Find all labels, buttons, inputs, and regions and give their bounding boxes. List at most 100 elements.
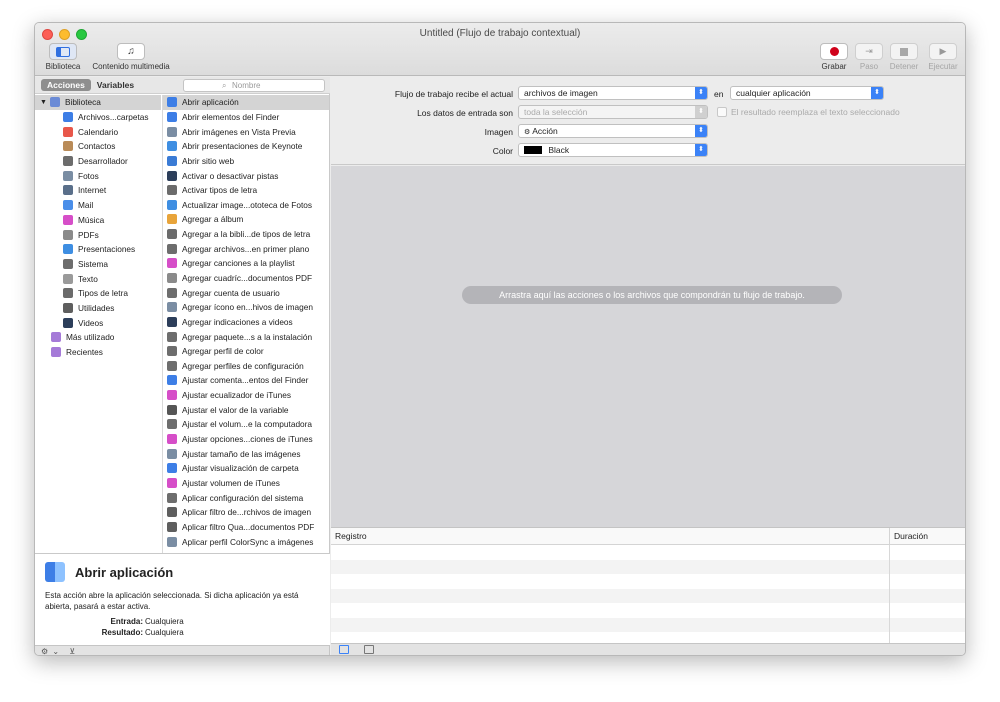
library-item[interactable]: Calendario — [35, 124, 161, 139]
disclosure-triangle-icon[interactable]: ▼ — [40, 99, 47, 106]
library-item[interactable]: Tipos de letra — [35, 286, 161, 301]
stop-button[interactable]: Detener — [885, 43, 923, 71]
action-item[interactable]: Agregar a álbum — [163, 212, 329, 227]
action-item[interactable]: Aplicar perfil ColorSync a imágenes — [163, 534, 329, 549]
chevron-down-icon[interactable]: ⌄ — [52, 647, 59, 655]
category-icon — [63, 156, 73, 167]
library-item[interactable]: Videos — [35, 315, 161, 330]
color-select[interactable]: Black ⬍ — [518, 143, 708, 157]
workflow-drop-area[interactable]: Arrastra aquí las acciones o los archivo… — [331, 166, 965, 527]
action-icon — [167, 346, 177, 357]
action-item[interactable]: Abrir imágenes en Vista Previa — [163, 124, 329, 139]
library-item[interactable]: Archivos...carpetas — [35, 110, 161, 125]
category-icon — [63, 273, 73, 284]
action-item[interactable]: Agregar perfil de color — [163, 344, 329, 359]
sidebar-icon — [49, 43, 77, 60]
action-item[interactable]: Agregar cuadríc...documentos PDF — [163, 271, 329, 286]
action-item[interactable]: Ajustar opciones...ciones de iTunes — [163, 432, 329, 447]
action-item[interactable]: Aplicar filtro de...rchivos de imagen — [163, 505, 329, 520]
library-item[interactable]: Mail — [35, 198, 161, 213]
log-column-header[interactable]: Registro — [335, 528, 367, 545]
library-item[interactable]: Presentaciones — [35, 242, 161, 257]
smart-group-item[interactable]: Más utilizado — [35, 330, 161, 345]
chevron-updown-icon: ⬍ — [695, 144, 707, 156]
category-icon — [63, 288, 73, 299]
media-button[interactable]: ♫ Contenido multimedia — [87, 43, 175, 71]
action-item[interactable]: Abrir aplicación — [163, 95, 329, 110]
action-item[interactable]: Aplicar configuración del sistema — [163, 490, 329, 505]
search-icon: ⌕ — [222, 81, 227, 90]
description-text: Esta acción abre la aplicación seleccion… — [45, 591, 299, 611]
action-icon — [167, 492, 177, 503]
category-icon — [63, 302, 73, 313]
action-item[interactable]: Agregar indicaciones a videos — [163, 315, 329, 330]
action-item[interactable]: Agregar ícono en...hivos de imagen — [163, 300, 329, 315]
run-button[interactable]: ▶ Ejecutar — [924, 43, 962, 71]
action-item[interactable]: Activar tipos de letra — [163, 183, 329, 198]
workflow-footer — [331, 643, 965, 655]
toolbar: Untitled (Flujo de trabajo contextual) B… — [35, 23, 965, 76]
action-icon — [167, 185, 177, 196]
action-item[interactable]: Agregar cuenta de usuario — [163, 285, 329, 300]
list-view-icon[interactable] — [339, 645, 349, 654]
log-rows — [331, 545, 965, 632]
receives-select[interactable]: archivos de imagen ⬍ — [518, 86, 708, 100]
action-item[interactable]: Agregar canciones a la playlist — [163, 256, 329, 271]
action-item[interactable]: Agregar a la bibli...de tipos de letra — [163, 227, 329, 242]
library-item[interactable]: Fotos — [35, 168, 161, 183]
split-view-icon[interactable] — [364, 645, 374, 654]
library-button[interactable]: Biblioteca — [39, 43, 87, 71]
library-item[interactable]: Texto — [35, 271, 161, 286]
library-item[interactable]: Contactos — [35, 139, 161, 154]
category-icon — [63, 126, 73, 137]
action-item[interactable]: Ajustar el valor de la variable — [163, 402, 329, 417]
collapse-icon[interactable]: ⊻ — [69, 647, 75, 655]
action-icon — [167, 214, 177, 225]
category-icon — [63, 141, 73, 152]
gear-icon[interactable]: ⚙︎ — [41, 647, 48, 655]
action-icon — [167, 316, 177, 327]
action-item[interactable]: Ajustar ecualizador de iTunes — [163, 388, 329, 403]
library-item[interactable]: Música — [35, 213, 161, 228]
tab-variables[interactable]: Variables — [91, 79, 140, 91]
action-item[interactable]: Ajustar volumen de iTunes — [163, 476, 329, 491]
library-item[interactable]: Sistema — [35, 257, 161, 272]
library-item[interactable]: PDFs — [35, 227, 161, 242]
app-select[interactable]: cualquier aplicación ⬍ — [730, 86, 884, 100]
action-item[interactable]: Aplicar filtro Qua...documentos PDF — [163, 520, 329, 535]
action-icon — [167, 536, 177, 547]
category-icon — [63, 112, 73, 123]
action-item[interactable]: Actualizar image...ototeca de Fotos — [163, 197, 329, 212]
action-item[interactable]: Abrir sitio web — [163, 154, 329, 169]
library-list: ▼ Biblioteca Archivos...carpetas Calendar… — [35, 95, 161, 535]
duration-column-header[interactable]: Duración — [889, 528, 965, 545]
action-item[interactable]: Agregar paquete...s a la instalación — [163, 329, 329, 344]
action-item[interactable]: Ajustar comenta...entos del Finder — [163, 373, 329, 388]
library-root[interactable]: ▼ Biblioteca — [35, 95, 161, 110]
action-icon — [167, 199, 177, 210]
tab-actions[interactable]: Acciones — [41, 79, 91, 91]
action-item[interactable]: Agregar archivos...en primer plano — [163, 241, 329, 256]
action-item[interactable]: Activar o desactivar pistas — [163, 168, 329, 183]
step-button[interactable]: ⇥ Paso — [853, 43, 885, 71]
library-item[interactable]: Desarrollador — [35, 154, 161, 169]
action-item[interactable]: Ajustar el volum...e la computadora — [163, 417, 329, 432]
record-icon — [820, 43, 848, 60]
library-item[interactable]: Utilidades — [35, 301, 161, 316]
record-button[interactable]: Grabar — [817, 43, 851, 71]
action-item[interactable]: Ajustar visualización de carpeta — [163, 461, 329, 476]
action-icon — [167, 273, 177, 283]
search-input[interactable]: ⌕ Nombre — [183, 79, 325, 92]
action-item[interactable]: Agregar perfiles de configuración — [163, 359, 329, 374]
smart-group-item[interactable]: Recientes — [35, 345, 161, 360]
action-item[interactable]: Abrir elementos del Finder — [163, 110, 329, 125]
action-item[interactable]: Ajustar tamaño de las imágenes — [163, 446, 329, 461]
action-item[interactable]: Abrir presentaciones de Keynote — [163, 139, 329, 154]
library-item[interactable]: Internet — [35, 183, 161, 198]
library-icon — [49, 97, 60, 108]
image-select[interactable]: ⚙︎ Acción ⬍ — [518, 124, 708, 138]
replace-checkbox[interactable]: El resultado reemplaza el texto seleccio… — [717, 107, 900, 117]
input-select[interactable]: toda la selección ⬍ — [518, 105, 708, 119]
music-note-icon: ♫ — [117, 43, 145, 60]
action-icon — [167, 141, 177, 152]
